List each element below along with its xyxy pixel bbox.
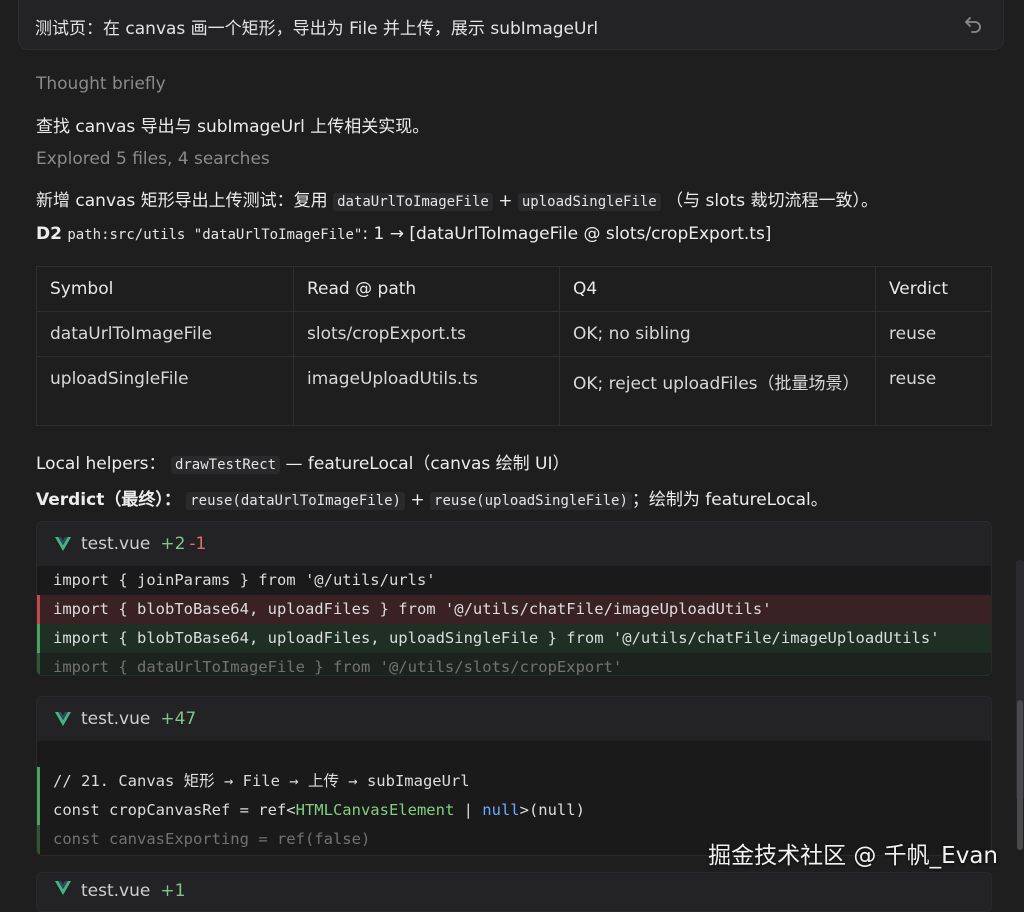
table-header-symbol: Symbol: [36, 266, 294, 312]
diff-filename: test.vue: [81, 534, 151, 554]
code-line-added: // 21. Canvas 矩形 → File → 上传 → subImageU…: [37, 767, 991, 796]
diff-block[interactable]: test.vue +1: [36, 872, 992, 912]
diff-filename: test.vue: [81, 881, 151, 901]
verdict-plus: +: [410, 490, 425, 510]
table-cell: OK; no sibling: [559, 311, 876, 357]
local-helpers-code: drawTestRect: [170, 456, 281, 474]
diff-removed-count: -1: [189, 534, 207, 554]
d2-code: path:src/utils "dataUrlToImageFile": [67, 227, 363, 243]
thought-status[interactable]: Thought briefly: [36, 74, 166, 94]
diff-block[interactable]: test.vue +47 // 21. Canvas 矩形 → File → 上…: [36, 696, 992, 856]
diff-filename: test.vue: [81, 709, 151, 729]
diff-header[interactable]: test.vue +2 -1: [37, 522, 991, 566]
verdict-code-2: reuse(uploadSingleFile): [430, 492, 632, 510]
verdict-line: Verdict（最终）： reuse(dataUrlToImageFile) +…: [36, 485, 828, 510]
diff-added-count: +47: [160, 709, 197, 729]
code-token: >(null): [519, 801, 585, 819]
verdict-label: Verdict（最终）：: [36, 490, 181, 510]
prompt-title: 测试页：在 canvas 画一个矩形，导出为 File 并上传，展示 subIm…: [35, 19, 599, 39]
local-helpers-label: Local helpers：: [36, 454, 166, 474]
verdict-code-1: reuse(dataUrlToImageFile): [186, 492, 405, 510]
table-cell: dataUrlToImageFile: [36, 311, 294, 357]
diff-added-count: +2: [160, 534, 186, 554]
table-row: uploadSingleFile imageUploadUtils.ts OK;…: [36, 356, 992, 426]
code-line-removed: import { blobToBase64, uploadFiles } fro…: [37, 595, 991, 624]
d2-label: D2: [36, 224, 62, 244]
table-cell: reuse: [875, 311, 992, 357]
table-header-path: Read @ path: [293, 266, 560, 312]
vue-icon: [55, 537, 71, 551]
code-token: |: [454, 801, 483, 819]
plan-text: 新增 canvas 矩形导出上传测试：复用 dataUrlToImageFile…: [36, 186, 878, 211]
table-header-q4: Q4: [559, 266, 876, 312]
prompt-header: 测试页：在 canvas 画一个矩形，导出为 File 并上传，展示 subIm…: [18, 0, 1004, 50]
diff-header[interactable]: test.vue +47: [37, 697, 991, 741]
d2-rest: : 1 → [dataUrlToImageFile @ slots/cropEx…: [362, 224, 772, 244]
diff-header[interactable]: test.vue +1: [37, 873, 991, 911]
code-line-added: import { blobToBase64, uploadFiles, uplo…: [37, 624, 991, 653]
table-cell: imageUploadUtils.ts: [293, 356, 560, 426]
table-cell: OK; reject uploadFiles（批量场景）: [559, 356, 876, 426]
d2-line: D2 path:src/utils "dataUrlToImageFile": …: [36, 224, 771, 244]
table-cell: slots/cropExport.ts: [293, 311, 560, 357]
undo-icon[interactable]: [961, 12, 985, 36]
explored-status[interactable]: Explored 5 files, 4 searches: [36, 149, 270, 169]
plan-code-1: dataUrlToImageFile: [333, 193, 493, 211]
plan-suffix: （与 slots 裁切流程一致）。: [666, 191, 878, 211]
plan-plus: +: [498, 191, 513, 211]
watermark: 掘金技术社区 @ 千帆_Evan: [708, 843, 998, 869]
table-cell: reuse: [875, 356, 992, 426]
plan-code-2: uploadSingleFile: [517, 193, 661, 211]
table-header-row: Symbol Read @ path Q4 Verdict: [36, 266, 992, 312]
table-row: dataUrlToImageFile slots/cropExport.ts O…: [36, 311, 992, 357]
table-cell: uploadSingleFile: [36, 356, 294, 426]
local-helpers-rest: — featureLocal（canvas 绘制 UI）: [285, 454, 570, 474]
code-token-null: null: [482, 801, 520, 819]
local-helpers-line: Local helpers： drawTestRect — featureLoc…: [36, 449, 569, 474]
code-line-added: const cropCanvasRef = ref<HTMLCanvasElem…: [37, 796, 991, 825]
plan-prefix: 新增 canvas 矩形导出上传测试：复用: [36, 191, 328, 211]
vue-icon: [55, 881, 71, 895]
diff-added-count: +1: [160, 881, 186, 901]
diff-block[interactable]: test.vue +2 -1 import { joinParams } fro…: [36, 521, 992, 676]
goal-text: 查找 canvas 导出与 subImageUrl 上传相关实现。: [36, 117, 430, 137]
scrollbar-thumb[interactable]: [1017, 700, 1023, 850]
code-line-added: import { dataUrlToImageFile } from '@/ut…: [37, 653, 991, 675]
code-line: import { joinParams } from '@/utils/urls…: [53, 571, 436, 589]
code-token: const cropCanvasRef = ref<: [53, 801, 296, 819]
table-header-verdict: Verdict: [875, 266, 992, 312]
symbol-table: Symbol Read @ path Q4 Verdict dataUrlToI…: [36, 266, 992, 426]
code-token-type: HTMLCanvasElement: [295, 801, 455, 819]
vue-icon: [55, 712, 71, 726]
verdict-rest: ；绘制为 featureLocal。: [631, 490, 828, 510]
